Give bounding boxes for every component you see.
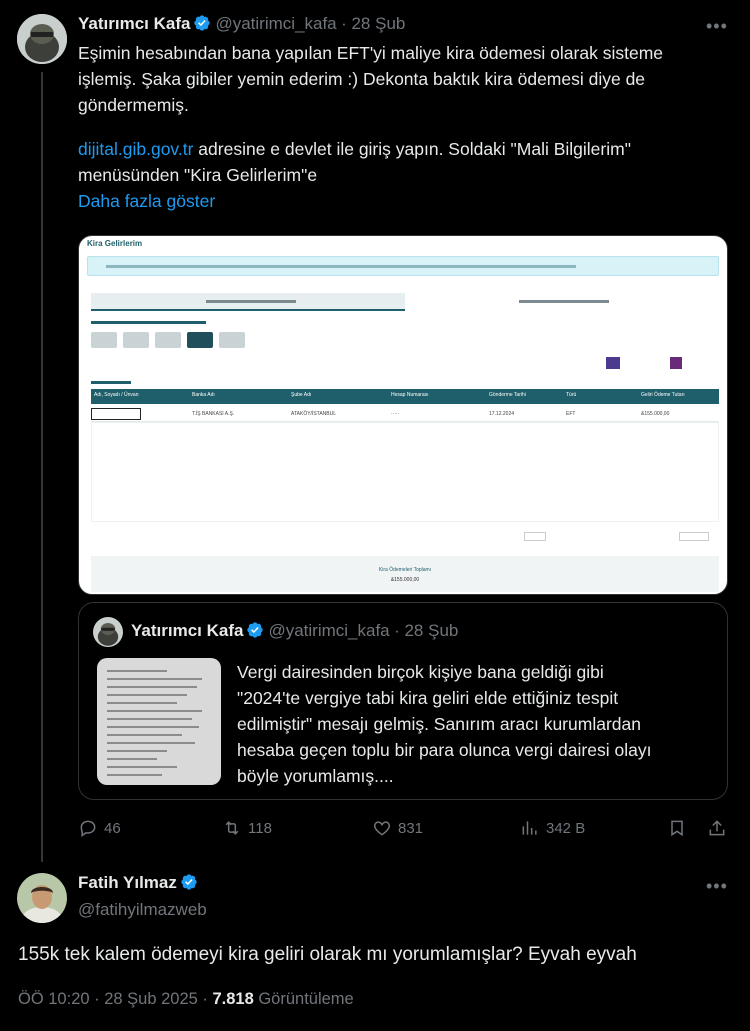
image-pagination <box>479 530 719 542</box>
quoted-image-thumbnail[interactable] <box>97 658 221 785</box>
thread-line <box>41 72 43 862</box>
reply-action[interactable]: 46 <box>78 818 121 838</box>
views-icon <box>522 821 537 835</box>
image-cell: ····· <box>391 411 400 417</box>
like-action[interactable]: 831 <box>372 818 423 838</box>
image-tab-2 <box>409 293 719 311</box>
image-tab-1 <box>91 293 405 311</box>
image-cell: 17.12.2024 <box>489 411 515 417</box>
author-name[interactable]: Yatırımcı Kafa <box>78 14 190 33</box>
more-icon[interactable]: ••• <box>706 876 728 897</box>
tweet-line-rest: adresine e devlet ile giriş yapın. Solda… <box>193 139 631 159</box>
tweet-line: göndermemiş. <box>78 95 189 115</box>
more-icon[interactable]: ••• <box>706 16 728 37</box>
tweet-text: Eşimin hesabından bana yapılan EFT'yi ma… <box>78 40 738 214</box>
reply-icon <box>80 820 96 837</box>
reply-author-name[interactable]: Fatih Yılmaz <box>78 873 177 892</box>
image-col: Geliri Ödeme Tutarı <box>641 392 685 398</box>
image-col: Banka Adı <box>192 392 215 398</box>
bookmark-action[interactable] <box>667 818 687 838</box>
reply-views-count: 7.818 <box>212 990 254 1008</box>
excel-icon <box>606 357 620 369</box>
verified-icon <box>247 622 264 638</box>
verified-icon <box>194 15 211 31</box>
image-footer-value: &155.000,00 <box>390 577 420 583</box>
image-table-header: Adı, Soyadı / Ünvan Banka Adı Şube Adı H… <box>91 389 719 404</box>
tweet-link[interactable]: dijital.gib.gov.tr <box>78 139 193 159</box>
image-year-button <box>155 332 181 348</box>
retweet-count: 118 <box>248 819 272 837</box>
reply-count: 46 <box>104 819 121 837</box>
image-footer: Kira Ödemeleri Toplamı &155.000,00 <box>91 556 719 592</box>
retweet-icon <box>225 821 239 835</box>
tweet-line: menüsünden "Kira Gelirlerim"e <box>78 165 318 185</box>
image-redacted-box <box>91 408 141 420</box>
image-year-button <box>219 332 245 348</box>
avatar[interactable] <box>17 14 67 64</box>
tweet-image[interactable]: Kira Gelirlerim Adı, Soyadı / Ünvan Bank… <box>78 235 728 595</box>
quoted-author-name: Yatırımcı Kafa <box>131 621 244 640</box>
reply-header: Fatih Yılmaz <box>78 873 202 893</box>
image-year-button <box>123 332 149 348</box>
reply-views-label: Görüntüleme <box>253 990 354 1008</box>
image-year-button <box>91 332 117 348</box>
image-footer-label: Kira Ödemeleri Toplamı <box>378 567 432 573</box>
heart-icon <box>373 821 391 836</box>
image-table-row: T.İŞ BANKASI A.Ş. ATAKÖY/İSTANBUL ····· … <box>91 406 719 422</box>
author-handle[interactable]: @yatirimci_kafa <box>215 14 336 33</box>
image-col: Hesap Numarası <box>391 392 429 398</box>
image-year-button-selected <box>187 332 213 348</box>
bookmark-icon <box>671 820 683 837</box>
pdf-icon <box>670 357 682 369</box>
retweet-action[interactable]: 118 <box>222 818 272 838</box>
quoted-header: Yatırımcı Kafa @yatirimci_kafa · 28 Şub <box>131 621 458 641</box>
quoted-author-handle: @yatirimci_kafa <box>268 621 390 640</box>
image-cell: EFT <box>566 411 576 417</box>
share-action[interactable] <box>707 818 727 838</box>
reply-meta: ÖÖ 10:20 · 28 Şub 2025 · 7.818 Görüntüle… <box>18 990 354 1009</box>
reply-avatar[interactable] <box>17 873 67 923</box>
tweet-line: dijital.gib.gov.tr adresine e devlet ile… <box>78 136 738 162</box>
image-title: Kira Gelirlerim <box>87 239 143 248</box>
image-cell: ATAKÖY/İSTANBUL <box>291 411 337 417</box>
quoted-line: "2024'te vergiye tabi kira geliri elde e… <box>237 688 619 708</box>
image-col: Şube Adı <box>291 392 312 398</box>
like-count: 831 <box>398 819 424 837</box>
views-action[interactable]: 342 B <box>520 818 585 838</box>
quoted-text: Vergi dairesinden birçok kişiye bana gel… <box>237 659 717 789</box>
tweet-date[interactable]: · 28 Şub <box>341 14 405 33</box>
quoted-avatar <box>93 617 123 647</box>
reply-author-handle[interactable]: @fatihyilmazweb <box>78 900 207 920</box>
share-icon <box>709 820 725 836</box>
quoted-tweet[interactable]: Yatırımcı Kafa @yatirimci_kafa · 28 Şub V… <box>78 602 728 800</box>
tweet-line: Eşimin hesabından bana yapılan EFT'yi ma… <box>78 43 664 63</box>
quoted-date: · 28 Şub <box>394 621 459 640</box>
image-col: Gönderme Tarihi <box>489 392 526 398</box>
quoted-line: edilmiştir" mesajı gelmiş. Sanırım aracı… <box>237 714 641 734</box>
image-info-banner <box>87 256 719 276</box>
tweet-header: Yatırımcı Kafa @yatirimci_kafa · 28 Şub <box>78 14 405 34</box>
image-col: Adı, Soyadı / Ünvan <box>94 392 139 398</box>
tweet-line: işlemiş. Şaka gibiler yemin ederim :) De… <box>78 69 646 89</box>
image-cell: T.İŞ BANKASI A.Ş. <box>192 411 235 417</box>
reply-text: 155k tek kalem ödemeyi kira geliri olara… <box>18 944 637 965</box>
quoted-line: hesaba geçen toplu bir para olunca vergi… <box>237 740 652 760</box>
image-col: Türü <box>566 392 577 398</box>
image-cell: &155.000,00 <box>641 411 670 417</box>
verified-icon <box>181 874 197 890</box>
reply-time[interactable]: ÖÖ 10:20 · 28 Şub 2025 · <box>18 990 212 1008</box>
views-count: 342 B <box>546 819 586 837</box>
image-filter-label <box>91 381 131 384</box>
image-table-body <box>91 422 719 522</box>
show-more-link[interactable]: Daha fazla göster <box>78 188 738 214</box>
image-subtitle <box>91 321 206 324</box>
quoted-line: böyle yorumlamış.... <box>237 766 394 786</box>
quoted-line: Vergi dairesinden birçok kişiye bana gel… <box>237 662 604 682</box>
